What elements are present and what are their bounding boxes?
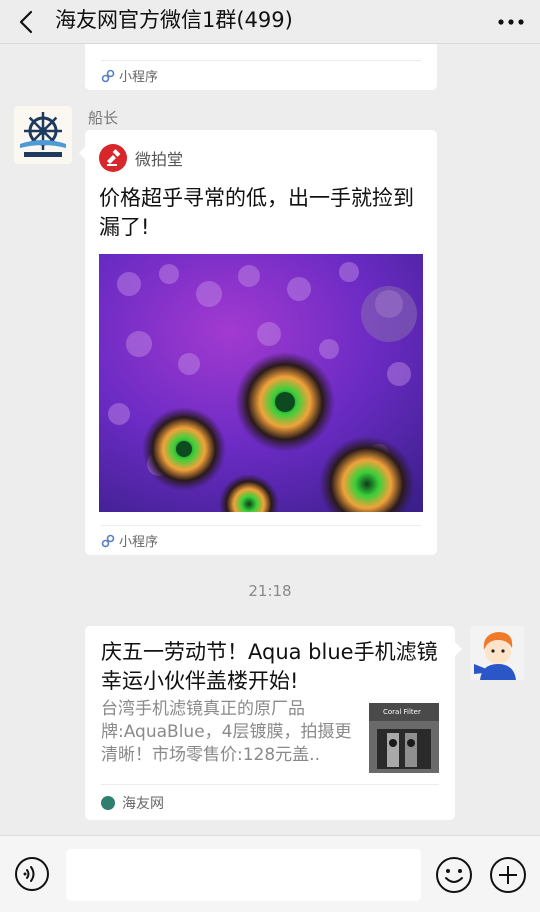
mini-program-header: 微拍堂 <box>99 144 183 172</box>
emoji-icon[interactable] <box>435 856 473 894</box>
chat-header: 海友网官方微信1群(499) <box>0 0 540 44</box>
ship-wheel-logo <box>14 106 72 164</box>
mini-program-footer: 小程序 <box>101 525 421 555</box>
coral-photo[interactable] <box>99 254 423 512</box>
link-icon <box>101 534 115 547</box>
sender-name: 船长 <box>88 109 119 127</box>
chat-title: 海友网官方微信1群(499) <box>55 8 293 32</box>
link-description: 台湾手机滤镜真正的原厂品牌:AquaBlue，4层镀膜，拍摄更清晰！市场零售价:… <box>101 699 352 765</box>
mini-program-card-previous[interactable]: 小程序 <box>85 44 437 90</box>
link-source: 海友网 <box>101 784 439 820</box>
avatar-captain[interactable] <box>14 106 72 164</box>
mini-program-label: 小程序 <box>119 535 159 550</box>
link-source-name: 海友网 <box>122 795 164 812</box>
link-card[interactable]: 庆五一劳动节！Aqua blue手机滤镜幸运小伙伴盖楼开始! 台湾手机滤镜真正的… <box>85 626 455 820</box>
cartoon-avatar <box>470 626 524 680</box>
link-title: 庆五一劳动节！Aqua blue手机滤镜幸运小伙伴盖楼开始! <box>101 640 438 693</box>
message-timestamp: 21:18 <box>248 582 292 600</box>
bubble-tail <box>455 642 462 656</box>
mini-program-footer: 小程序 <box>101 60 421 90</box>
back-icon[interactable] <box>12 7 42 37</box>
input-bar <box>0 835 540 912</box>
weipaitang-logo-icon <box>99 144 127 172</box>
message-input[interactable] <box>66 849 421 901</box>
mini-program-title: 价格超乎寻常的低，出一手就捡到漏了! <box>99 186 414 239</box>
mini-program-label: 小程序 <box>119 70 159 85</box>
avatar-me[interactable] <box>470 626 524 680</box>
link-icon <box>101 69 115 82</box>
plus-icon[interactable] <box>489 856 527 894</box>
thumbnail-label: Coral Filter <box>383 708 421 716</box>
link-thumbnail: Coral Filter <box>369 703 439 773</box>
more-icon[interactable] <box>496 10 526 34</box>
mini-program-app-name: 微拍堂 <box>135 150 184 169</box>
mini-program-card[interactable]: 微拍堂 价格超乎寻常的低，出一手就捡到漏了! 小程序 <box>85 130 437 555</box>
voice-icon[interactable] <box>14 856 50 892</box>
site-logo-icon <box>101 795 115 810</box>
